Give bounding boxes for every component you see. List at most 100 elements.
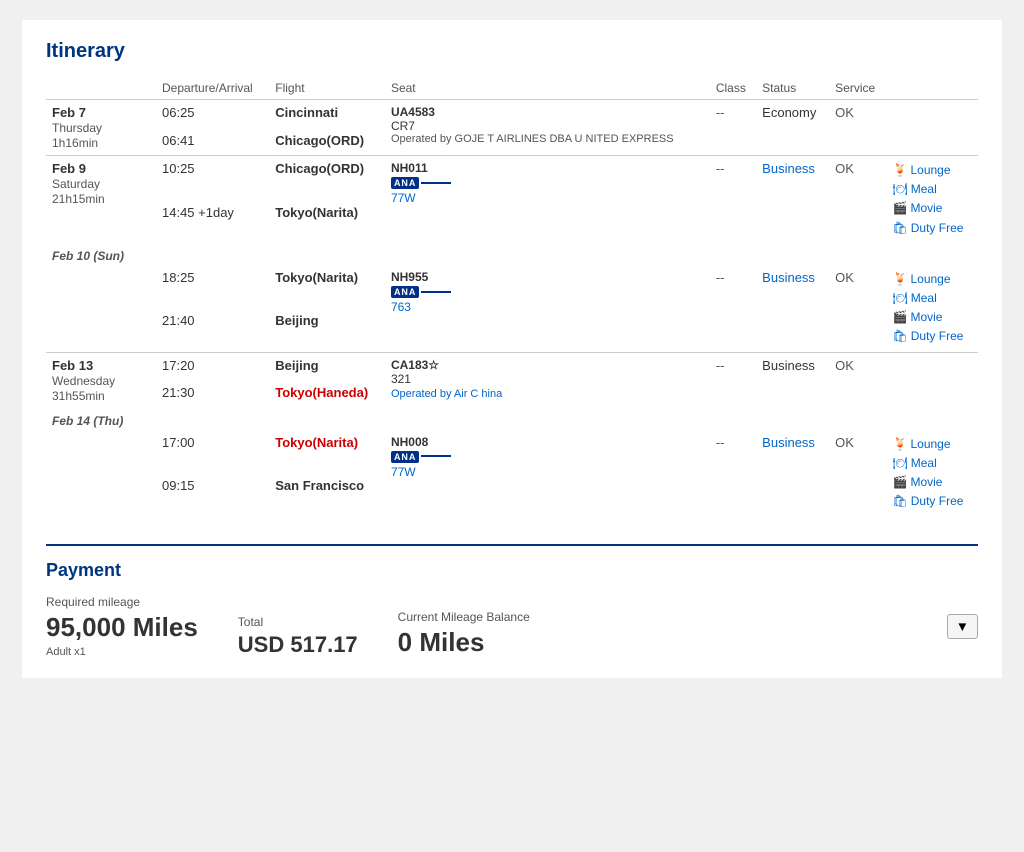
payment-section: Payment Required mileage 95,000 Miles Ad… <box>46 544 978 658</box>
class-link[interactable]: Business <box>762 270 815 285</box>
service-link-meal[interactable]: 🍽Meal <box>893 289 972 308</box>
payment-details: Required mileage 95,000 Miles Adult x1 T… <box>46 595 530 658</box>
seat: -- <box>710 265 756 352</box>
depart-time: 17:00 <box>156 430 269 473</box>
required-mileage-item: Required mileage 95,000 Miles Adult x1 <box>46 595 198 658</box>
service-link-duty-free[interactable]: 🛍Duty Free <box>893 327 972 346</box>
class-link[interactable]: Business <box>762 435 815 450</box>
service-link-meal[interactable]: 🍽Meal <box>893 180 972 199</box>
aircraft-link[interactable]: 77W <box>391 191 416 205</box>
balance-item: Current Mileage Balance 0 Miles <box>398 610 530 658</box>
service-link-lounge[interactable]: 🍹Lounge <box>893 161 972 180</box>
depart-time: 10:25 <box>156 156 269 200</box>
service-link-lounge[interactable]: 🍹Lounge <box>893 270 972 289</box>
payment-dropdown-button[interactable]: ▼ <box>947 614 978 639</box>
arrive-city: Chicago(ORD) <box>269 128 385 156</box>
date-spacer <box>46 430 156 473</box>
service: 🍹Lounge🍽Meal🎬Movie🛍Duty Free <box>887 265 978 352</box>
flight-cell: CA183☆321Operated by Air C hina <box>385 352 710 408</box>
date-spacer <box>46 265 156 308</box>
date-cell: Feb 13 Wednesday 31h55min <box>46 352 156 408</box>
arrive-time: 14:45 +1day <box>156 200 269 243</box>
class: Business <box>756 352 829 408</box>
depart-city: Beijing <box>269 352 385 380</box>
itinerary-table: Departure/Arrival Flight Seat Class Stat… <box>46 77 978 516</box>
sub-date-row: Feb 14 (Thu) <box>46 408 978 430</box>
arrive-city: San Francisco <box>269 473 385 516</box>
status: OK <box>829 100 886 156</box>
depart-city: Tokyo(Narita) <box>269 430 385 473</box>
table-row: 18:25 Tokyo(Narita) NH955ANA763 -- Busin… <box>46 265 978 308</box>
service-link-lounge[interactable]: 🍹Lounge <box>893 435 972 454</box>
service <box>887 100 978 156</box>
depart-time: 06:25 <box>156 100 269 128</box>
itinerary-title: Itinerary <box>46 40 978 63</box>
flight-cell: NH011ANA77W <box>385 156 710 243</box>
arrive-time: 06:41 <box>156 128 269 156</box>
total-value: USD 517.17 <box>238 632 358 658</box>
flight-cell: NH955ANA763 <box>385 265 710 352</box>
payment-footer: Required mileage 95,000 Miles Adult x1 T… <box>46 595 978 658</box>
class: Business <box>756 156 829 243</box>
payment-title: Payment <box>46 560 978 581</box>
seat: -- <box>710 352 756 408</box>
table-row: Feb 9 Saturday 21h15min 10:25 Chicago(OR… <box>46 156 978 200</box>
depart-city: Cincinnati <box>269 100 385 128</box>
balance-label: Current Mileage Balance <box>398 610 530 624</box>
status: OK <box>829 156 886 243</box>
service-link-movie[interactable]: 🎬Movie <box>893 199 972 218</box>
class: Business <box>756 265 829 352</box>
arrive-city: Tokyo(Haneda) <box>269 380 385 407</box>
date-spacer <box>46 308 156 352</box>
class: Business <box>756 430 829 517</box>
arrive-city: Tokyo(Narita) <box>269 200 385 243</box>
total-item: Total USD 517.17 <box>238 615 358 658</box>
seat: -- <box>710 156 756 243</box>
flight-cell: NH008ANA77W <box>385 430 710 517</box>
col-header-flight: Flight <box>269 77 385 100</box>
adult-label: Adult x1 <box>46 646 198 658</box>
table-row: 17:00 Tokyo(Narita) NH008ANA77W -- Busin… <box>46 430 978 473</box>
col-header-status: Status <box>756 77 829 100</box>
arrive-time: 21:30 <box>156 380 269 407</box>
arrive-time: 09:15 <box>156 473 269 516</box>
flight-cell: UA4583CR7Operated by GOJE T AIRLINES DBA… <box>385 100 710 156</box>
seat: -- <box>710 430 756 517</box>
service: 🍹Lounge🍽Meal🎬Movie🛍Duty Free <box>887 156 978 243</box>
depart-city: Tokyo(Narita) <box>269 265 385 308</box>
depart-city: Chicago(ORD) <box>269 156 385 200</box>
table-row: Feb 13 Wednesday 31h55min 17:20 Beijing … <box>46 352 978 380</box>
col-header-depArr: Departure/Arrival <box>156 77 269 100</box>
required-mileage-label: Required mileage <box>46 595 198 609</box>
col-header-seat: Seat <box>385 77 710 100</box>
aircraft-link[interactable]: 763 <box>391 300 411 314</box>
service: 🍹Lounge🍽Meal🎬Movie🛍Duty Free <box>887 430 978 517</box>
status: OK <box>829 265 886 352</box>
status: OK <box>829 430 886 517</box>
aircraft-link[interactable]: 77W <box>391 465 416 479</box>
service-link-meal[interactable]: 🍽Meal <box>893 454 972 473</box>
sub-date-row: Feb 10 (Sun) <box>46 243 978 265</box>
service-link-movie[interactable]: 🎬Movie <box>893 473 972 492</box>
table-row: Feb 7 Thursday 1h16min 06:25 Cincinnati … <box>46 100 978 128</box>
service-link-duty-free[interactable]: 🛍Duty Free <box>893 492 972 511</box>
status: OK <box>829 352 886 408</box>
page-container: Itinerary Departure/Arrival Flight Seat … <box>22 20 1002 678</box>
arrive-city: Beijing <box>269 308 385 352</box>
arrive-time: 21:40 <box>156 308 269 352</box>
class-text: Business <box>762 358 815 373</box>
class-link[interactable]: Business <box>762 161 815 176</box>
service-link-duty-free[interactable]: 🛍Duty Free <box>893 219 972 238</box>
class: Economy <box>756 100 829 156</box>
service <box>887 352 978 408</box>
col-header-service: Service <box>829 77 886 100</box>
seat: -- <box>710 100 756 156</box>
date-cell: Feb 9 Saturday 21h15min <box>46 156 156 243</box>
service-link-movie[interactable]: 🎬Movie <box>893 308 972 327</box>
balance-value: 0 Miles <box>398 627 530 658</box>
class-text: Economy <box>762 105 816 120</box>
depart-time: 18:25 <box>156 265 269 308</box>
date-spacer <box>46 473 156 516</box>
col-header-date <box>46 77 156 100</box>
operated-by-link[interactable]: Operated by Air C hina <box>391 388 502 400</box>
